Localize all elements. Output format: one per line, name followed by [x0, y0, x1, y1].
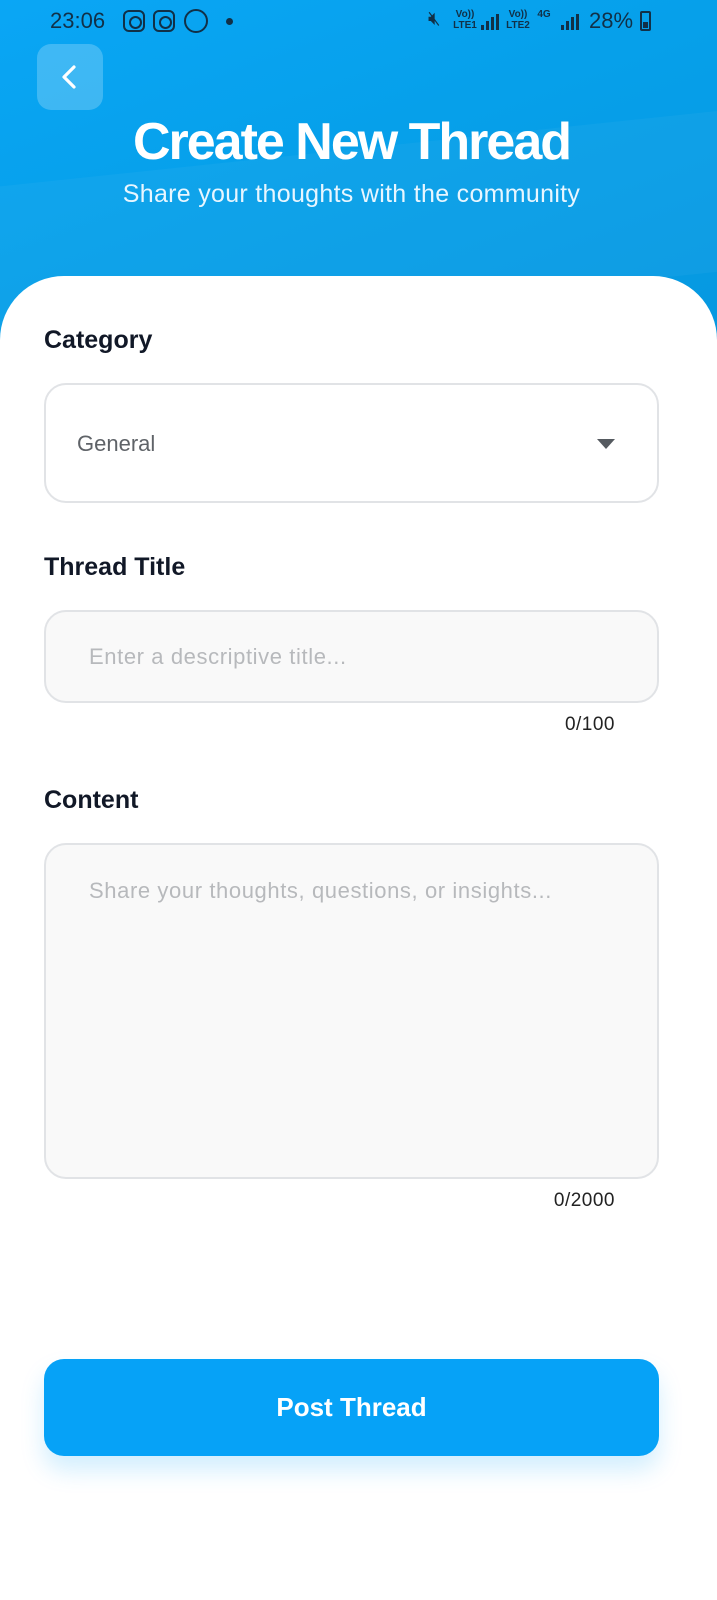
sim1-indicator: Vo)) LTE1 — [453, 9, 477, 31]
post-thread-button[interactable]: Post Thread — [44, 1359, 659, 1456]
content-label: Content — [44, 786, 139, 814]
page-title: Create New Thread — [132, 113, 572, 171]
title-char-counter: 0/100 — [564, 714, 615, 735]
content-field[interactable] — [44, 843, 659, 1179]
status-time: 23:06 — [50, 8, 106, 33]
signal-icon — [481, 14, 499, 30]
whatsapp-icon — [184, 9, 208, 33]
page-subtitle: Share your thoughts with the community — [122, 180, 581, 208]
network-type: 4G — [537, 9, 551, 20]
mute-icon: 🔇︎ — [428, 8, 441, 30]
sim2-indicator: Vo)) LTE2 — [506, 9, 530, 31]
signal-icon — [561, 14, 579, 30]
create-thread-screen: 23:06 🔇︎ Vo)) LTE1 Vo)) LTE2 4G 28% Crea… — [0, 0, 717, 1600]
instagram-icon — [153, 10, 175, 32]
content-char-counter: 0/2000 — [553, 1190, 615, 1211]
back-button[interactable] — [37, 44, 103, 110]
chevron-down-icon — [597, 439, 615, 449]
thread-title-label: Thread Title — [44, 553, 186, 581]
status-bar: 23:06 🔇︎ Vo)) LTE1 Vo)) LTE2 4G 28% — [0, 0, 717, 44]
category-select[interactable]: General — [44, 383, 659, 503]
category-selected-value: General — [77, 431, 156, 456]
category-label: Category — [44, 326, 153, 354]
content-textarea[interactable] — [46, 845, 657, 1177]
thread-title-input[interactable] — [46, 612, 657, 701]
chevron-left-icon — [62, 65, 76, 89]
battery-percent: 28% — [589, 8, 634, 33]
instagram-icon — [123, 10, 145, 32]
thread-title-field[interactable] — [44, 610, 659, 703]
notification-dot-icon — [226, 18, 233, 25]
battery-icon — [640, 11, 651, 31]
